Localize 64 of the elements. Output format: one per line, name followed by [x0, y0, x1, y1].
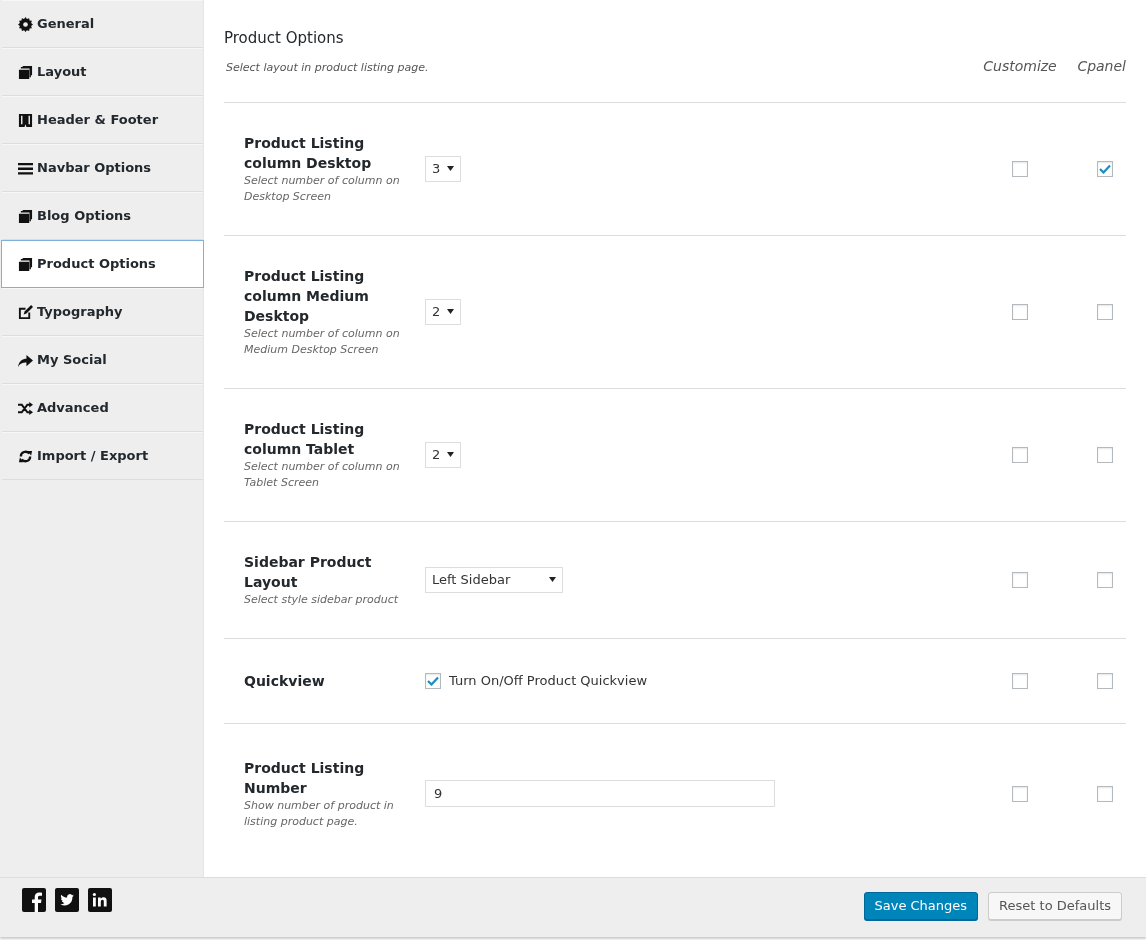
copy-icon — [18, 256, 33, 272]
option-description: Select number of column on Desktop Screen — [244, 172, 401, 205]
sidebar-item[interactable]: Navbar Options — [2, 144, 203, 192]
sidebar-item[interactable]: Advanced — [2, 384, 203, 432]
footer-button[interactable]: Reset to Defaults — [988, 891, 1122, 920]
sidebar-item[interactable]: Layout — [2, 48, 203, 96]
option-title: Product Listing column Medium Desktop — [244, 266, 370, 326]
checkbox[interactable] — [1097, 571, 1113, 588]
shuffle-icon — [18, 400, 33, 416]
checkbox[interactable] — [1012, 446, 1028, 463]
checkbox[interactable] — [1012, 160, 1028, 177]
copy-icon — [18, 208, 33, 224]
select-dropdown[interactable]: 2 — [425, 441, 461, 468]
checkmark-icon — [427, 675, 439, 686]
book-icon — [18, 112, 33, 128]
option-description: Select number of column on Tablet Screen — [244, 458, 401, 491]
sidebar-item[interactable]: Header & Footer — [2, 96, 203, 144]
facebook-icon[interactable] — [22, 887, 46, 912]
sidebar-item[interactable]: Import / Export — [2, 432, 203, 480]
option-title: Product Listing column Desktop — [244, 133, 373, 173]
copy-icon — [18, 64, 33, 80]
option-title: Quickview — [244, 671, 326, 691]
select-dropdown[interactable]: Left Sidebar — [425, 566, 563, 593]
select-dropdown[interactable]: 2 — [425, 298, 461, 325]
refresh-icon — [18, 448, 33, 464]
section-description: Select layout in product listing page. — [225, 60, 430, 76]
caret-down-icon — [447, 166, 454, 171]
share-arrow-icon — [18, 352, 33, 368]
sidebar-item[interactable]: General — [2, 0, 203, 48]
menu-icon — [18, 160, 33, 176]
checkbox[interactable] — [1097, 303, 1113, 320]
checkbox[interactable] — [425, 672, 441, 689]
option-description: Select number of column on Medium Desktop Screen — [244, 325, 401, 358]
checkbox[interactable] — [1097, 160, 1113, 177]
linkedin-icon[interactable] — [88, 887, 112, 912]
checkmark-icon — [1099, 163, 1111, 174]
sidebar-item[interactable]: Typography — [2, 288, 203, 336]
input-field[interactable]: 9 — [425, 780, 775, 807]
checkbox[interactable] — [1012, 785, 1028, 802]
caret-down-icon — [447, 452, 454, 457]
select-dropdown[interactable]: 3 — [425, 155, 461, 182]
gear-icon — [18, 16, 33, 32]
sidebar-item[interactable]: My Social — [2, 336, 203, 384]
checkbox[interactable] — [1097, 446, 1113, 463]
column-header: Customize — [982, 56, 1058, 76]
bird-icon[interactable] — [55, 887, 79, 912]
checkbox[interactable] — [1097, 672, 1113, 689]
sidebar-item[interactable]: Product Options — [1, 240, 204, 288]
option-title: Sidebar Product Layout — [244, 552, 373, 592]
checkbox[interactable] — [1097, 785, 1113, 802]
edit-icon — [18, 304, 33, 320]
checkbox-label: Turn On/Off Product Quickview — [449, 671, 648, 690]
checkbox[interactable] — [1012, 303, 1028, 320]
option-description: Show number of product in listing product page. — [244, 797, 395, 830]
caret-down-icon — [549, 577, 556, 582]
option-title: Product Listing Number — [244, 758, 366, 798]
option-description: Select style sidebar product — [244, 591, 400, 608]
checkbox[interactable] — [1012, 571, 1028, 588]
section-title: Product Options — [224, 28, 345, 49]
caret-down-icon — [447, 309, 454, 314]
checkbox[interactable] — [1012, 672, 1028, 689]
column-header: Cpanel — [1076, 56, 1126, 76]
footer-button[interactable]: Save Changes — [863, 891, 979, 920]
option-title: Product Listing column Tablet — [244, 419, 366, 459]
